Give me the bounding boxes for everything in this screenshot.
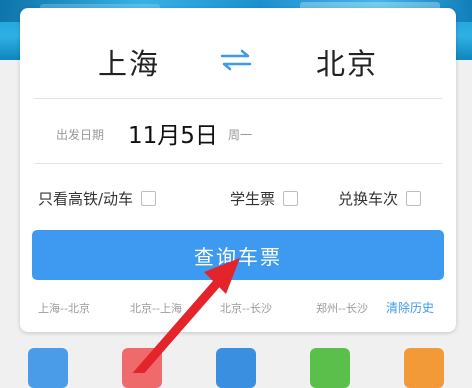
student-ticket-checkbox[interactable]: [283, 191, 299, 206]
search-button-label: 查询车票: [194, 244, 282, 269]
divider: [34, 163, 442, 164]
exchange-train-checkbox[interactable]: [406, 191, 422, 206]
departure-city[interactable]: 上海: [98, 41, 160, 83]
clear-history-link[interactable]: 清除历史: [386, 299, 434, 316]
history-item[interactable]: 北京--长沙: [220, 300, 272, 316]
arrival-city[interactable]: 北京: [316, 41, 378, 83]
divider: [34, 98, 442, 99]
swap-cities-icon[interactable]: [218, 48, 254, 72]
option-label: 只看高铁/动车: [38, 190, 134, 208]
option-high-speed-only[interactable]: 只看高铁/动车: [38, 188, 157, 209]
ticket-search-card: 上海 北京 出发日期 11月5日 周一 只看高铁/动车 学生票 兑换车次 查询车…: [20, 8, 456, 332]
date-label: 出发日期: [56, 128, 105, 142]
history-item[interactable]: 郑州--长沙: [316, 300, 368, 316]
option-label: 学生票: [230, 190, 276, 208]
option-label: 兑换车次: [338, 190, 399, 208]
option-exchange-train[interactable]: 兑换车次: [338, 188, 422, 209]
option-student-ticket[interactable]: 学生票: [230, 188, 299, 209]
red-service-icon[interactable]: [122, 348, 162, 388]
bell-service-icon[interactable]: [310, 348, 350, 388]
weekday-label: 周一: [228, 128, 253, 142]
ticket-service-icon[interactable]: [216, 348, 256, 388]
high-speed-checkbox[interactable]: [141, 191, 157, 206]
departure-date[interactable]: 11月5日: [128, 116, 218, 150]
orange-service-icon[interactable]: [404, 348, 444, 388]
history-item[interactable]: 上海--北京: [38, 300, 90, 316]
history-item[interactable]: 北京--上海: [130, 300, 182, 316]
clock-service-icon[interactable]: [28, 348, 68, 388]
search-button[interactable]: 查询车票: [32, 230, 444, 280]
